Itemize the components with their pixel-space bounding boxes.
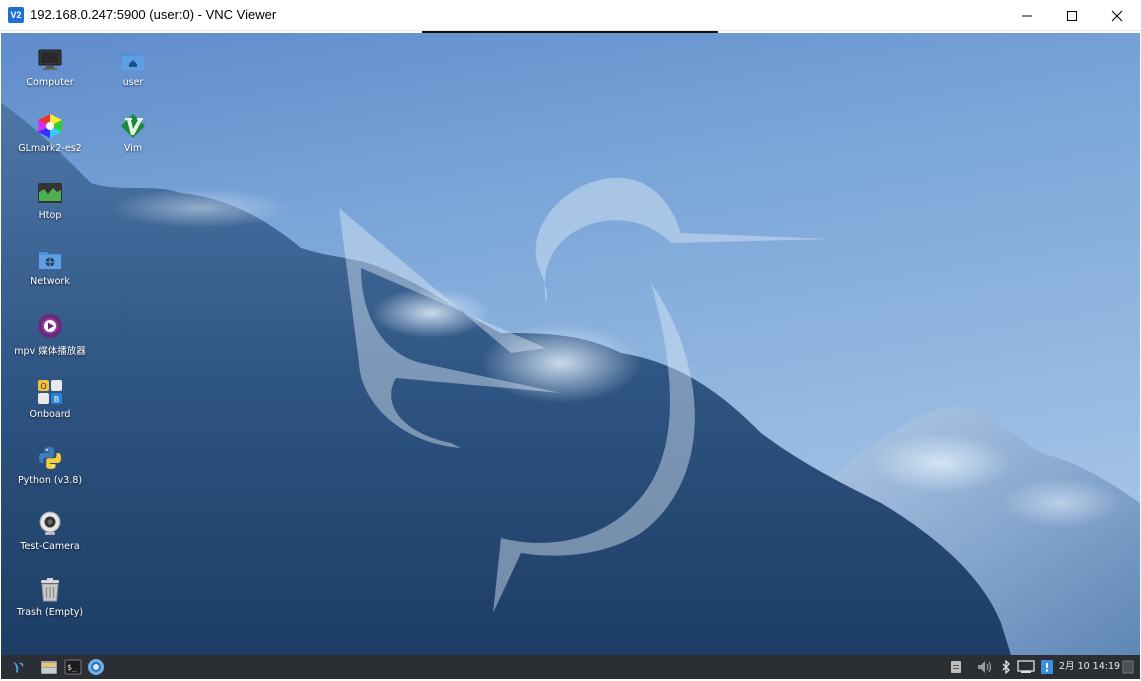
close-button[interactable] (1094, 0, 1140, 31)
app-menu-button[interactable] (7, 658, 29, 676)
browser-icon (88, 659, 104, 675)
desktop-icon-label: Htop (38, 210, 62, 221)
svg-text:$_: $_ (67, 663, 77, 672)
desktop-icon-label: Network (30, 276, 70, 287)
glmark-icon (38, 114, 62, 138)
vnc-viewer-titlebar: V2 192.168.0.247:5900 (user:0) - VNC Vie… (0, 0, 1141, 31)
file-manager-launcher[interactable] (38, 658, 60, 676)
app-menu-icon (13, 662, 24, 673)
volume-icon (978, 661, 992, 673)
clipboard-icon (951, 661, 961, 673)
window-title: 192.168.0.247:5900 (user:0) - VNC Viewer (30, 7, 277, 22)
desktop-icon-label: Python (v3.8) (17, 475, 83, 486)
maximize-button[interactable] (1049, 0, 1095, 31)
bluetooth-icon (1002, 660, 1010, 674)
desktop-icon-python[interactable]: Python (v3.8) (10, 445, 90, 486)
desktop-icon-label: user (122, 77, 144, 88)
desktop-icon-label: Trash (Empty) (16, 607, 84, 618)
webcam-icon (39, 511, 61, 535)
notification-icon (1041, 660, 1053, 674)
bluetooth-tray[interactable] (998, 658, 1014, 676)
desktop-icon-label: Vim (123, 143, 143, 154)
remote-desktop[interactable]: Computer user GLmark2-es2 Vim Htop Netwo… (1, 33, 1140, 679)
htop-icon (38, 183, 62, 203)
terminal-launcher[interactable]: $_ (62, 658, 84, 676)
show-desktop-button[interactable] (1120, 658, 1136, 676)
desktop-icon-label: Test-Camera (20, 541, 80, 552)
file-manager-icon (41, 661, 57, 674)
trash-icon (41, 578, 59, 602)
browser-launcher[interactable] (85, 658, 107, 676)
computer-icon (38, 49, 62, 70)
onboard-keyboard-icon: OB (38, 380, 62, 404)
terminal-icon: $_ (64, 659, 82, 675)
desktop-icon-network[interactable]: Network (10, 246, 90, 287)
desktop-icon-trash[interactable]: Trash (Empty) (10, 577, 90, 618)
desktop-icon-glmark2[interactable]: GLmark2-es2 (10, 113, 90, 154)
minimize-icon (1022, 15, 1032, 16)
network-tray[interactable] (1016, 658, 1036, 676)
show-desktop-icon (1122, 660, 1134, 674)
desktop-icon-label: Computer (26, 77, 74, 88)
bottom-panel: $_ 2月 10 14:19 (1, 655, 1140, 679)
home-folder-icon (122, 53, 144, 70)
desktop-icon-label: GLmark2-es2 (18, 143, 82, 154)
mpv-icon (38, 314, 62, 338)
maximize-icon (1067, 10, 1077, 21)
clipboard-tray[interactable] (947, 658, 965, 676)
network-folder-icon (39, 252, 61, 269)
desktop-icon-vim[interactable]: Vim (93, 113, 173, 154)
desktop-icon-htop[interactable]: Htop (10, 180, 90, 221)
close-icon (1111, 10, 1123, 21)
desktop-icon-label: Onboard (29, 409, 71, 420)
notification-tray[interactable] (1039, 658, 1055, 676)
svg-text:O: O (40, 382, 46, 391)
desktop-icon-computer[interactable]: Computer (10, 47, 90, 88)
desktop-icon-mpv[interactable]: mpv 媒体播放器 (10, 313, 90, 357)
svg-text:B: B (54, 395, 60, 404)
desktop-icon-user[interactable]: user (93, 47, 173, 88)
network-icon (1017, 660, 1035, 673)
desktop-icon-test-camera[interactable]: Test-Camera (10, 511, 90, 552)
panel-clock[interactable]: 2月 10 14:19 (1059, 659, 1120, 675)
volume-tray[interactable] (975, 658, 995, 676)
python-icon (39, 447, 61, 469)
desktop-icon-onboard[interactable]: OB Onboard (10, 379, 90, 420)
minimize-button[interactable] (1004, 0, 1050, 31)
vim-icon (121, 114, 145, 138)
desktop-icon-label: mpv 媒体播放器 (14, 346, 86, 357)
vnc-viewer-app-icon[interactable]: V2 (8, 7, 24, 23)
